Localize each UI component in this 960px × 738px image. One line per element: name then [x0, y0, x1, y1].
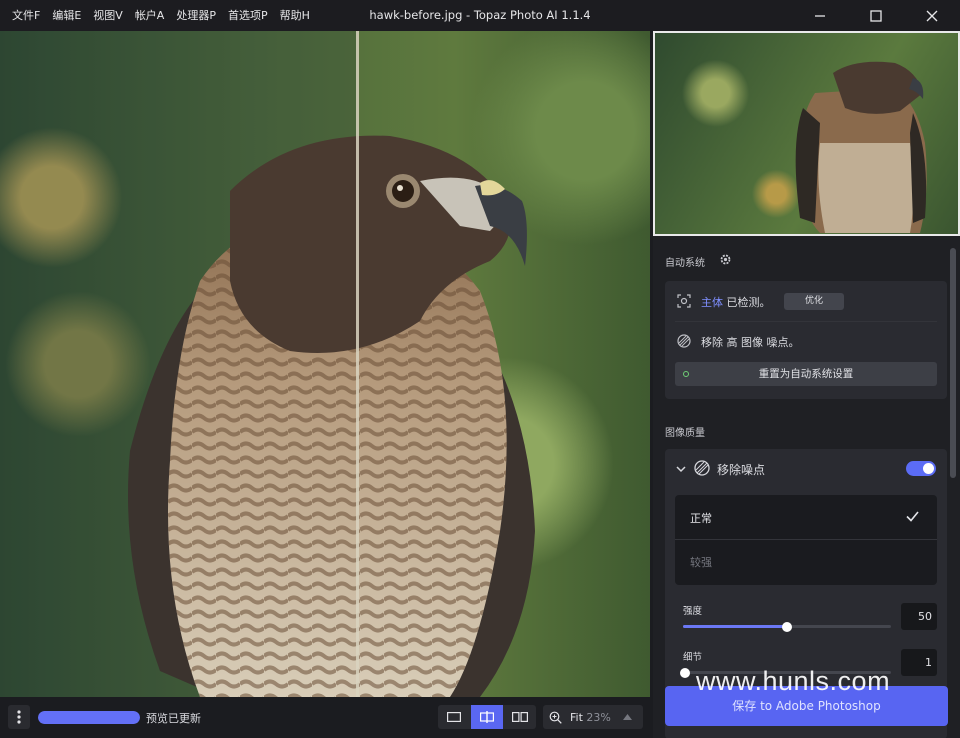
- checkmark-icon: [906, 511, 919, 522]
- strength-slider[interactable]: [683, 621, 891, 632]
- denoise-mode-list: 正常 较强: [675, 495, 937, 585]
- subject-detect-icon: [677, 294, 691, 308]
- maximize-icon: [870, 9, 882, 22]
- image-canvas[interactable]: [0, 31, 650, 697]
- subject-label[interactable]: 主体: [701, 296, 723, 309]
- menu-preferences[interactable]: 首选项P: [222, 0, 274, 31]
- subject-status: 主体 已检测。: [701, 294, 771, 310]
- zoom-fit-label: Fit: [570, 710, 583, 724]
- denoise-summary: 移除 高 图像 噪点。: [701, 336, 800, 349]
- reset-autopilot-button[interactable]: 重置为自动系统设置: [675, 362, 937, 386]
- compare-divider[interactable]: [356, 31, 359, 697]
- single-view-button[interactable]: [438, 705, 471, 729]
- more-options-button[interactable]: [8, 705, 30, 729]
- title-bar: 文件F 编辑E 视图V 帐户A 处理器P 首选项P 帮助H hawk-befor…: [0, 0, 960, 31]
- menu-edit[interactable]: 编辑E: [46, 0, 87, 31]
- denoise-title: 移除噪点: [717, 463, 766, 477]
- side-by-side-icon: [511, 712, 528, 722]
- thumbnail-hawk: [795, 61, 927, 233]
- autopilot-title: 自动系统: [665, 258, 705, 269]
- denoise-filter-icon: [694, 460, 710, 476]
- window-controls: [792, 0, 960, 31]
- split-view-icon: [480, 711, 494, 723]
- detail-value-input[interactable]: 1: [901, 649, 937, 676]
- menu-processor[interactable]: 处理器P: [170, 0, 222, 31]
- toggle-knob: [923, 463, 934, 474]
- zoom-readout: Fit 23%: [570, 711, 611, 724]
- menu-file[interactable]: 文件F: [6, 0, 46, 31]
- close-icon: [926, 10, 938, 21]
- preview-progress-bar: [38, 711, 140, 724]
- menu-bar: 文件F 编辑E 视图V 帐户A 处理器P 首选项P 帮助H: [0, 0, 316, 31]
- navigator-thumbnail[interactable]: [653, 31, 960, 236]
- card-divider: [675, 321, 937, 322]
- subject-detected-text: 已检测。: [726, 296, 771, 309]
- mode-option-strong[interactable]: 较强: [675, 554, 937, 570]
- refine-button[interactable]: 优化: [784, 293, 844, 310]
- mode-option-normal-label: 正常: [690, 512, 712, 525]
- gear-icon[interactable]: [719, 253, 732, 266]
- split-view-button[interactable]: [470, 705, 504, 729]
- autopilot-card: 主体 已检测。 优化 移除 高 图像 噪点。 重置为自动系统设置: [665, 281, 947, 399]
- view-mode-group: [438, 705, 536, 729]
- menu-view[interactable]: 视图V: [87, 0, 129, 31]
- status-dot-icon: [683, 371, 689, 377]
- side-by-side-button[interactable]: [503, 705, 536, 729]
- minimize-icon: [815, 14, 825, 17]
- settings-panel: 自动系统 主体 已检测。 优化 移除 高 图像 噪点。 重置为自动系统设置 图像…: [653, 236, 960, 738]
- maximize-button[interactable]: [848, 0, 904, 31]
- kebab-menu-icon: [17, 710, 21, 724]
- panel-scrollbar[interactable]: [950, 248, 956, 478]
- strength-label: 强度: [683, 606, 703, 617]
- watermark-text: www.hunls.com: [696, 666, 891, 696]
- menu-help[interactable]: 帮助H: [274, 0, 316, 31]
- strength-slider-fill: [683, 625, 787, 628]
- chevron-down-icon[interactable]: [676, 464, 686, 474]
- option-divider: [675, 539, 937, 540]
- reset-autopilot-label: 重置为自动系统设置: [758, 368, 854, 380]
- zoom-icon: [549, 711, 562, 724]
- strength-value-input[interactable]: 50: [901, 603, 937, 630]
- minimize-button[interactable]: [792, 0, 848, 31]
- denoise-icon: [677, 334, 691, 348]
- progress-fill: [38, 711, 140, 724]
- bottom-toolbar: 预览已更新 Fit 23%: [0, 697, 653, 738]
- denoise-toggle[interactable]: [906, 461, 936, 476]
- hawk-image: [128, 135, 535, 697]
- close-button[interactable]: [904, 0, 960, 31]
- zoom-percent: 23%: [586, 710, 611, 724]
- image-quality-title: 图像质量: [665, 428, 705, 439]
- menu-account[interactable]: 帐户A: [129, 0, 171, 31]
- preview-status: 预览已更新: [146, 712, 201, 725]
- mode-option-normal[interactable]: 正常: [675, 510, 937, 526]
- single-view-icon: [447, 712, 462, 722]
- zoom-control[interactable]: Fit 23%: [543, 705, 643, 729]
- strength-slider-knob[interactable]: [782, 621, 792, 632]
- detail-slider-knob[interactable]: [680, 667, 691, 678]
- detail-label: 细节: [683, 652, 703, 663]
- caret-up-icon[interactable]: [622, 714, 632, 720]
